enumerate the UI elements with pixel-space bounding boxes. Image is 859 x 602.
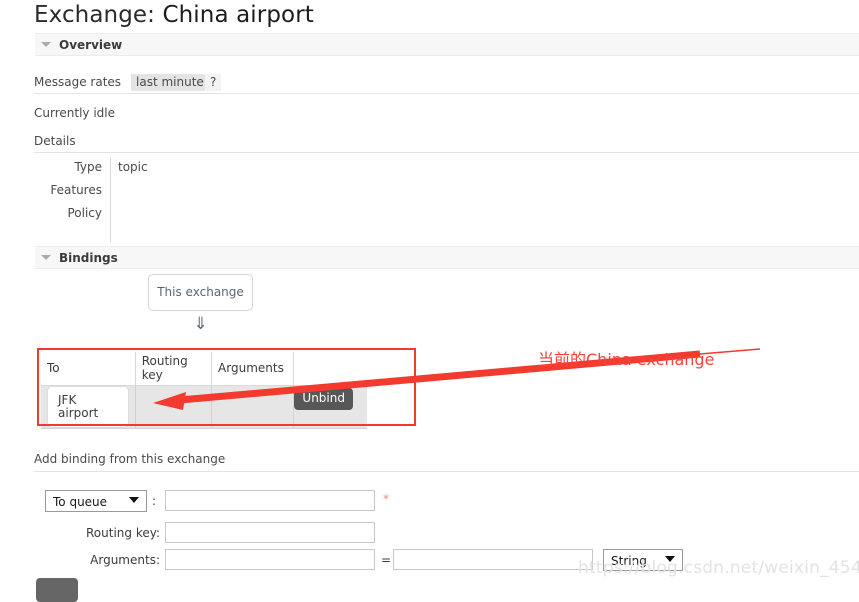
chevron-down-icon: [129, 497, 139, 503]
page-title: Exchange: China airport: [34, 2, 314, 28]
bindings-table: To Routing key Arguments JFK airport Unb…: [41, 352, 367, 429]
details-key: Features: [50, 183, 102, 197]
flow-down-arrow-icon: ⇓: [193, 314, 208, 334]
chevron-down-icon: [41, 42, 51, 47]
destination-input[interactable]: [165, 490, 375, 511]
table-row: JFK airport Unbind: [41, 385, 367, 429]
section-header-bindings-label: Bindings: [59, 251, 118, 265]
arguments-label: Arguments:: [90, 553, 160, 567]
details-value: topic: [118, 160, 148, 174]
details-divider: [34, 152, 859, 153]
details-table: Type topic Features Policy: [34, 158, 364, 242]
table-header-row: To Routing key Arguments: [41, 352, 367, 386]
argument-key-input[interactable]: [165, 549, 375, 570]
destination-type-select[interactable]: To queue: [45, 490, 147, 512]
add-binding-heading: Add binding from this exchange: [34, 452, 226, 466]
column-header-arguments[interactable]: Arguments: [211, 352, 295, 386]
section-header-overview-label: Overview: [59, 38, 123, 52]
details-row: Policy: [34, 204, 364, 227]
destination-colon: :: [152, 494, 157, 508]
details-label: Details: [34, 134, 76, 148]
details-row: Features: [34, 181, 364, 204]
details-separator-tail: [110, 227, 111, 242]
equals-sign: =: [381, 553, 392, 567]
cell-action: Unbind: [293, 385, 367, 429]
routing-key-input[interactable]: [165, 522, 375, 543]
destination-type-value: To queue: [53, 495, 108, 509]
details-separator: [110, 204, 111, 227]
cell-routing-key: [135, 385, 213, 429]
details-key: Type: [74, 160, 102, 174]
section-header-overview[interactable]: Overview: [35, 33, 859, 56]
source-exchange-box: This exchange: [148, 274, 253, 311]
source-exchange-label: This exchange: [157, 285, 244, 299]
page-title-label: Exchange:: [34, 2, 156, 28]
routing-key-label: Routing key:: [86, 526, 160, 540]
required-asterisk: *: [383, 492, 389, 506]
bind-submit-button[interactable]: [36, 578, 78, 602]
queue-link[interactable]: JFK airport: [47, 386, 129, 428]
column-header-action: [293, 352, 367, 386]
column-header-routing-key[interactable]: Routing key: [135, 352, 213, 386]
details-key: Policy: [67, 206, 102, 220]
section-header-bindings[interactable]: Bindings: [35, 246, 859, 269]
annotation-text: 当前的China exchange: [538, 350, 715, 369]
unbind-button[interactable]: Unbind: [294, 388, 353, 410]
column-header-to[interactable]: To: [41, 352, 136, 386]
message-rates-row: Message rates last minute ?: [34, 74, 859, 94]
chevron-down-icon: [41, 255, 51, 260]
cell-to: JFK airport: [41, 385, 136, 429]
details-separator: [110, 181, 111, 204]
watermark-text: https://blog.csdn.net/weixin_45492007: [578, 558, 859, 578]
message-rates-label: Message rates: [34, 75, 122, 89]
details-row: Type topic: [34, 158, 364, 181]
rate-tab-help[interactable]: ?: [205, 74, 222, 91]
argument-value-input[interactable]: [393, 549, 593, 570]
rate-tab-last-minute[interactable]: last minute: [131, 74, 209, 91]
status-text: Currently idle: [34, 106, 115, 120]
cell-arguments: [211, 385, 295, 429]
add-binding-divider: [34, 471, 859, 472]
details-separator: [110, 158, 111, 181]
page-title-value: China airport: [162, 2, 314, 28]
